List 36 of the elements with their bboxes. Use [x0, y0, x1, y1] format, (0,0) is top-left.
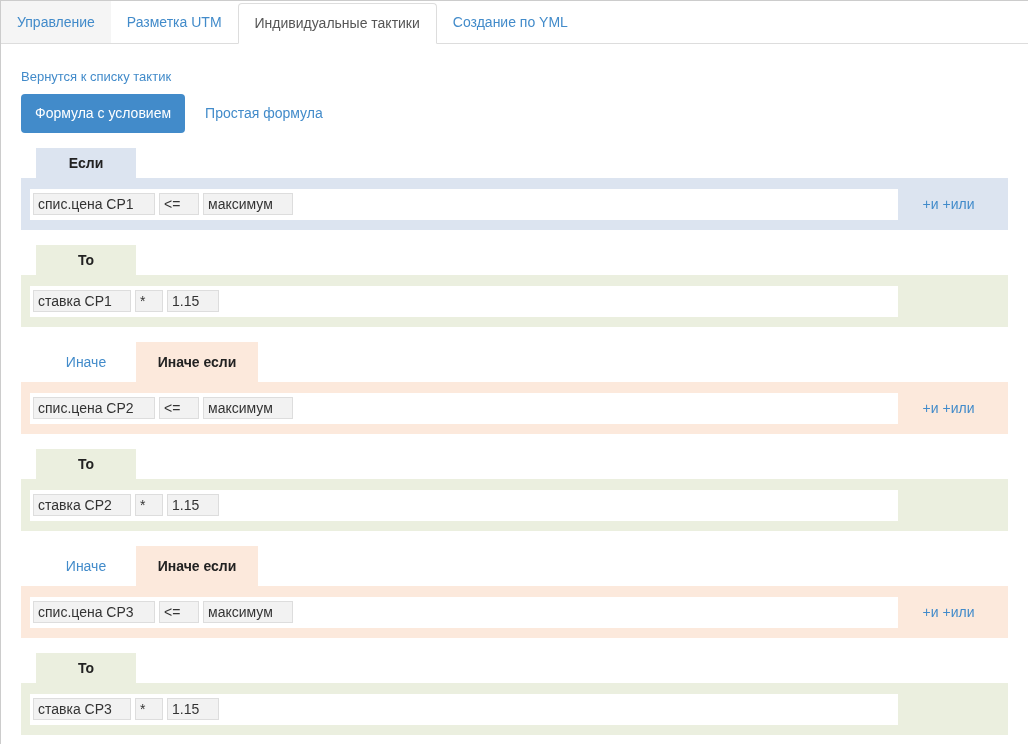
formula-token[interactable]: 1.15 [167, 290, 219, 312]
back-link[interactable]: Вернутся к списку тактик [21, 69, 172, 84]
formula-token[interactable]: * [135, 290, 163, 312]
condition-tab[interactable]: То [36, 245, 136, 275]
condition-tab[interactable]: Иначе [36, 342, 136, 382]
formula-token[interactable]: максимум [203, 193, 293, 215]
formula-mode-button[interactable]: Формула с условием [21, 94, 186, 133]
condition-tab[interactable]: То [36, 653, 136, 683]
formula-token[interactable]: максимум [203, 397, 293, 419]
formula-token[interactable]: <= [159, 397, 199, 419]
formula-token[interactable]: спис.цена СР3 [33, 601, 155, 623]
formula-token[interactable]: максимум [203, 601, 293, 623]
formula-mode-button[interactable]: Простая формула [191, 94, 337, 133]
formula-token[interactable]: ставка СР2 [33, 494, 131, 516]
condition-tab[interactable]: Иначе если [136, 342, 258, 382]
condition-tab[interactable]: Иначе если [136, 546, 258, 586]
formula-field[interactable]: ставка СР3 * 1.15 [30, 693, 898, 725]
formula-field[interactable]: спис.цена СР1 <= максимум [30, 188, 898, 220]
formula-token[interactable]: спис.цена СР1 [33, 193, 155, 215]
formula-token[interactable]: ставка СР3 [33, 698, 131, 720]
formula-token[interactable]: * [135, 494, 163, 516]
formula-token[interactable]: спис.цена СР2 [33, 397, 155, 419]
condition-tab[interactable]: Если [36, 148, 136, 178]
formula-field[interactable]: ставка СР1 * 1.15 [30, 285, 898, 317]
formula-token[interactable]: * [135, 698, 163, 720]
formula-token[interactable]: 1.15 [167, 494, 219, 516]
condition-tab[interactable]: То [36, 449, 136, 479]
condition-tab[interactable]: Иначе [36, 546, 136, 586]
tab[interactable]: Индивидуальные тактики [237, 3, 437, 44]
formula-token[interactable]: <= [159, 193, 199, 215]
formula-token[interactable]: <= [159, 601, 199, 623]
formula-field[interactable]: спис.цена СР2 <= максимум [30, 392, 898, 424]
formula-token[interactable]: 1.15 [167, 698, 219, 720]
formula-field[interactable]: ставка СР2 * 1.15 [30, 489, 898, 521]
formula-field[interactable]: спис.цена СР3 <= максимум [30, 596, 898, 628]
formula-token[interactable]: ставка СР1 [33, 290, 131, 312]
